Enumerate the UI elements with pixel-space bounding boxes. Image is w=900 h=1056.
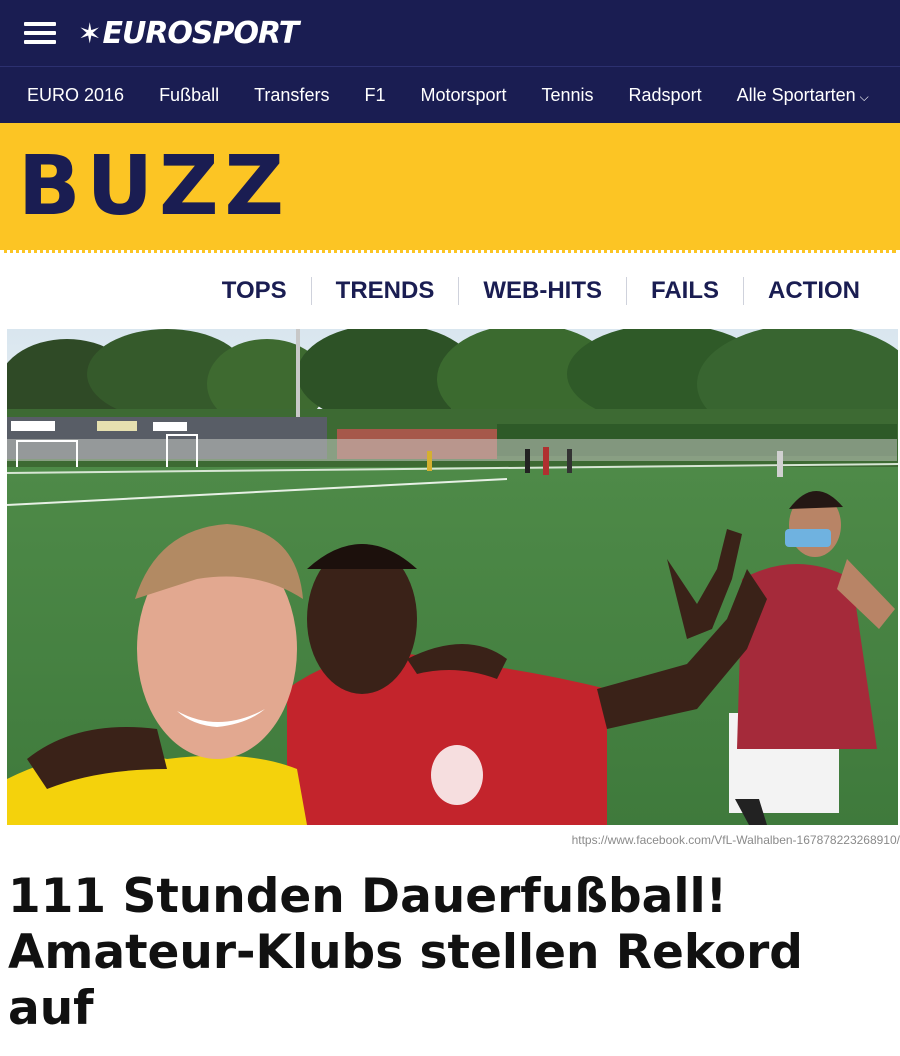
top-bar: ✶ EUROSPORT xyxy=(0,0,900,66)
subnav-fails[interactable]: FAILS xyxy=(625,277,743,305)
nav-item-label: Alle Sportarten xyxy=(736,84,856,105)
nav-item-fussball[interactable]: Fußball xyxy=(159,85,219,106)
image-credit[interactable]: https://www.facebook.com/VfL-Walhalben-1… xyxy=(0,825,900,855)
nav-item-transfers[interactable]: Transfers xyxy=(254,85,329,106)
chevron-down-icon: ⌵ xyxy=(859,89,869,104)
brand-name: EUROSPORT xyxy=(102,15,299,51)
menu-icon[interactable] xyxy=(24,22,56,44)
subnav-web-hits[interactable]: WEB-HITS xyxy=(458,277,626,305)
section-banner: BUZZ xyxy=(0,123,900,253)
subnav-tops[interactable]: TOPS xyxy=(198,277,311,305)
nav-item-f1[interactable]: F1 xyxy=(364,85,385,106)
nav-item-euro-2016[interactable]: EURO 2016 xyxy=(27,85,124,106)
sub-nav: TOPS TRENDS WEB-HITS FAILS ACTION xyxy=(0,253,900,329)
main-nav: EURO 2016 Fußball Transfers F1 Motorspor… xyxy=(0,66,900,123)
nav-item-alle-sportarten[interactable]: Alle Sportarten ⌵ xyxy=(737,85,869,106)
nav-item-motorsport[interactable]: Motorsport xyxy=(420,85,506,106)
article-hero-image[interactable] xyxy=(7,329,898,825)
nav-item-radsport[interactable]: Radsport xyxy=(629,85,702,106)
subnav-action[interactable]: ACTION xyxy=(743,277,884,305)
nav-item-tennis[interactable]: Tennis xyxy=(542,85,594,106)
eurosport-logo[interactable]: ✶ EUROSPORT xyxy=(78,15,299,51)
hero-photo xyxy=(7,329,898,825)
article-headline[interactable]: 111 Stunden Dauerfußball! Amateur-Klubs … xyxy=(8,869,888,1037)
eurosport-star-icon: ✶ xyxy=(78,16,101,50)
subnav-trends[interactable]: TRENDS xyxy=(310,277,459,305)
section-title[interactable]: BUZZ xyxy=(18,139,290,234)
